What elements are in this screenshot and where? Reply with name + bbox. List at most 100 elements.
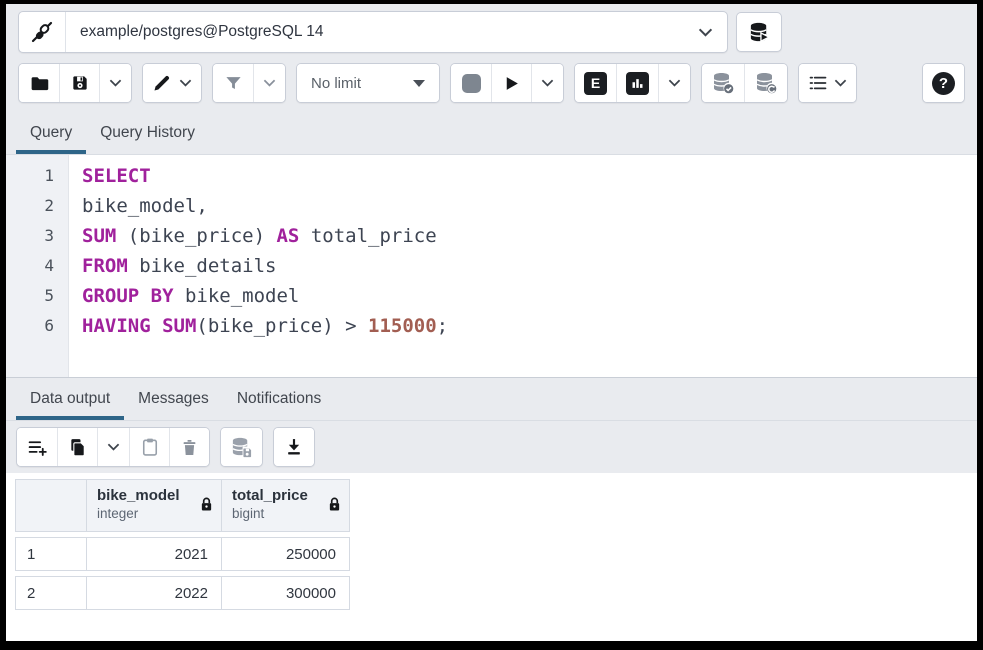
delete-row-button[interactable] <box>169 428 209 466</box>
delete-icon <box>180 438 199 457</box>
filter-icon <box>224 74 243 93</box>
line-number: 4 <box>6 251 68 281</box>
table-cell[interactable]: 300000 <box>222 577 350 610</box>
tab-notifications-label: Notifications <box>237 390 321 408</box>
code-token: 115000 <box>368 315 437 337</box>
save-button[interactable] <box>59 64 99 102</box>
save-icon <box>70 73 90 93</box>
macro-list-icon <box>808 73 828 93</box>
chevron-down-icon <box>179 79 192 87</box>
code-token <box>151 315 162 337</box>
code-token: FROM <box>82 255 128 277</box>
filter-button[interactable] <box>213 64 253 102</box>
table-cell[interactable]: 250000 <box>222 538 350 571</box>
help-button[interactable]: ? <box>923 64 964 102</box>
table-cell[interactable]: 2022 <box>87 577 222 610</box>
code-line: FROM bike_details <box>82 251 977 281</box>
code-token: bike_details <box>128 255 277 277</box>
connection-status-icon <box>19 12 66 52</box>
code-token: bike_model, <box>82 195 208 217</box>
tab-data-output[interactable]: Data output <box>16 378 124 420</box>
stop-icon <box>462 74 481 93</box>
paste-button[interactable] <box>129 428 169 466</box>
column-name: total_price <box>232 487 339 504</box>
save-dropdown-button[interactable] <box>99 64 131 102</box>
chevron-down-icon <box>541 79 554 87</box>
table-cell[interactable]: 2021 <box>87 538 222 571</box>
open-file-icon <box>29 73 50 94</box>
connection-value: example/postgres@PostgreSQL 14 <box>66 23 684 41</box>
explain-analyze-button[interactable] <box>616 64 658 102</box>
copy-dropdown-button[interactable] <box>97 428 129 466</box>
new-connection-database-icon <box>748 21 771 44</box>
grid-edit-group <box>16 427 210 467</box>
tab-notifications[interactable]: Notifications <box>223 378 335 420</box>
add-row-icon <box>27 437 48 458</box>
download-button[interactable] <box>274 428 314 466</box>
line-number: 1 <box>6 161 68 191</box>
code-token: SUM <box>82 225 116 247</box>
macro-button[interactable] <box>799 64 856 102</box>
grid-header-row: bike_model integer total_price bigint <box>15 479 350 532</box>
table-row: 12021250000 <box>15 537 350 571</box>
tab-query[interactable]: Query <box>16 112 86 154</box>
line-number: 5 <box>6 281 68 311</box>
add-row-button[interactable] <box>17 428 57 466</box>
code-line: SELECT <box>82 161 977 191</box>
transaction-button-group <box>701 63 788 103</box>
chevron-down-icon <box>263 79 276 87</box>
table-row: 22022300000 <box>15 576 350 610</box>
save-data-changes-icon <box>230 436 253 459</box>
execute-button[interactable] <box>491 64 531 102</box>
copy-icon <box>68 437 88 457</box>
connection-bar: example/postgres@PostgreSQL 14 <box>6 4 977 60</box>
commit-database-icon <box>711 71 735 95</box>
grid-column-header[interactable]: bike_model integer <box>87 480 222 532</box>
grid-column-header[interactable]: total_price bigint <box>222 480 350 532</box>
limit-select-group: No limit <box>296 63 440 103</box>
code-token: (bike_price) > <box>196 315 368 337</box>
code-token: ; <box>437 315 448 337</box>
rows-limit-select[interactable]: No limit <box>297 64 439 102</box>
tab-query-history[interactable]: Query History <box>86 112 209 154</box>
chevron-down-icon <box>107 443 120 451</box>
row-number-cell[interactable]: 1 <box>16 538 87 571</box>
row-number-cell[interactable]: 2 <box>16 577 87 610</box>
edit-pencil-icon <box>152 73 172 93</box>
commit-button[interactable] <box>702 64 744 102</box>
open-file-button[interactable] <box>19 64 59 102</box>
connection-select[interactable]: example/postgres@PostgreSQL 14 <box>18 11 728 53</box>
execute-dropdown-button[interactable] <box>531 64 563 102</box>
explain-badge: E <box>584 72 607 95</box>
grid-corner-cell[interactable] <box>16 480 87 532</box>
code-line: SUM (bike_price) AS total_price <box>82 221 977 251</box>
sql-editor[interactable]: 123456 SELECTbike_model,SUM (bike_price)… <box>6 155 977 377</box>
explain-dropdown-button[interactable] <box>658 64 690 102</box>
filter-button-group <box>212 63 286 103</box>
code-line: bike_model, <box>82 191 977 221</box>
chevron-down-icon <box>109 79 122 87</box>
code-token: HAVING <box>82 315 151 337</box>
new-connection-button[interactable] <box>736 12 782 52</box>
column-type: integer <box>97 506 211 521</box>
explain-button[interactable]: E <box>575 64 616 102</box>
data-output-grid: bike_model integer total_price bigint <box>6 473 977 641</box>
edit-button[interactable] <box>143 64 201 102</box>
filter-dropdown-button[interactable] <box>253 64 285 102</box>
editor-tab-bar: Query Query History <box>6 112 977 155</box>
execute-button-group <box>450 63 564 103</box>
download-group <box>273 427 315 467</box>
help-button-group: ? <box>922 63 965 103</box>
stop-button[interactable] <box>451 64 491 102</box>
save-data-changes-button[interactable] <box>221 428 262 466</box>
line-number: 6 <box>6 311 68 341</box>
tab-messages[interactable]: Messages <box>124 378 223 420</box>
download-icon <box>284 437 304 457</box>
lock-icon <box>328 497 341 512</box>
grid-rows: 12021250000 22022300000 <box>15 537 977 610</box>
code-token: total_price <box>299 225 436 247</box>
copy-button[interactable] <box>57 428 97 466</box>
code-token: SELECT <box>82 165 151 187</box>
editor-code[interactable]: SELECT bike_model, SUM (bike_price) AS tot… <box>69 155 977 377</box>
rollback-button[interactable] <box>744 64 787 102</box>
